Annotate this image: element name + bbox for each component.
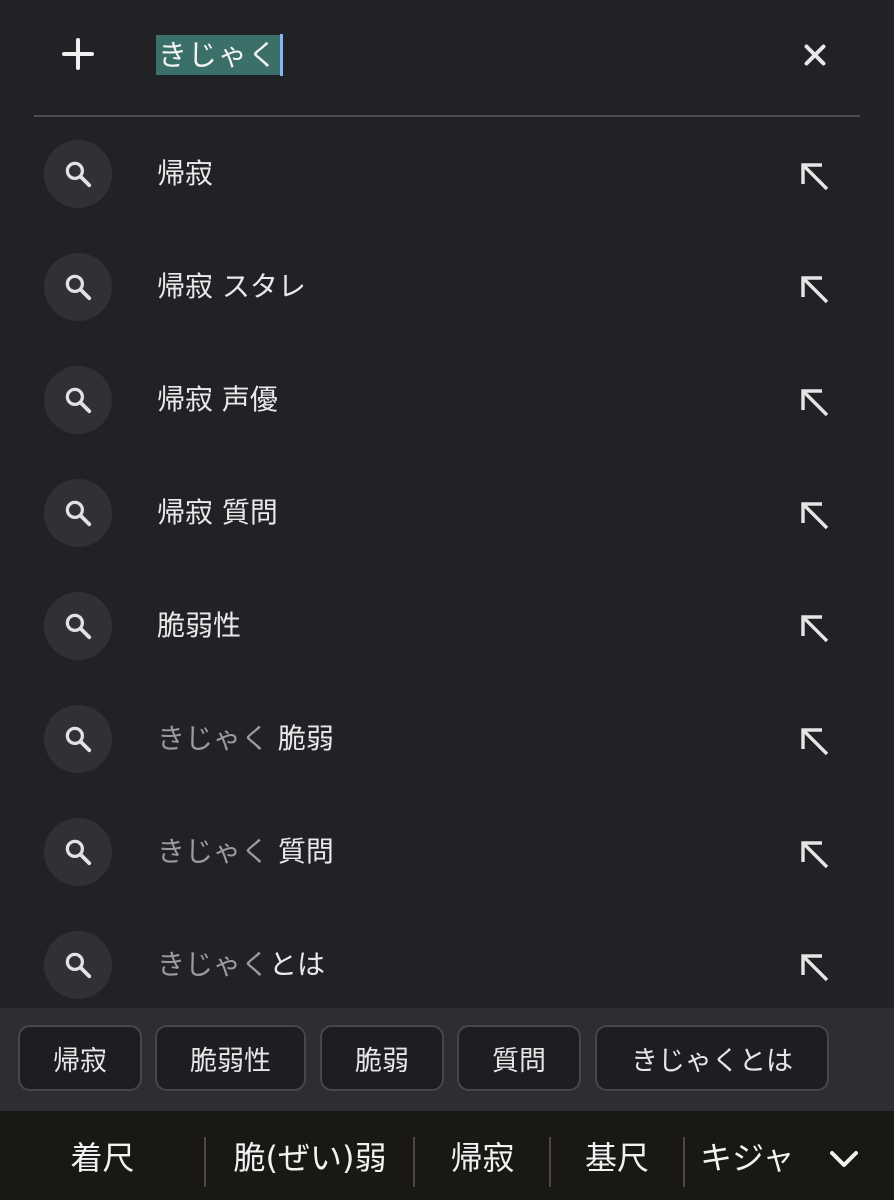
suggestion-text: 脆弱	[269, 722, 334, 755]
search-icon	[44, 818, 112, 886]
suggestion-label: きじゃく 脆弱	[157, 719, 334, 759]
suggestion-item[interactable]: 脆弱性	[0, 570, 894, 683]
suggestion-text: 帰寂 質問	[157, 496, 278, 529]
suggestion-label: きじゃく 質問	[157, 832, 334, 872]
ime-candidate[interactable]: キジャ	[700, 1111, 810, 1200]
search-input[interactable]: きじゃく	[156, 34, 284, 76]
keyboard-suggestion-chips: 帰寂 脆弱性 脆弱 質問 きじゃくとは	[0, 1008, 894, 1111]
search-icon	[44, 705, 112, 773]
search-bar: きじゃく	[0, 0, 894, 116]
fill-query-arrow-icon[interactable]	[798, 838, 832, 872]
search-screen: きじゃく 帰寂 帰寂 スタレ 帰寂 声優 帰寂 質問 脆弱性 きじゃく 脆弱 き…	[0, 0, 894, 1200]
fill-query-arrow-icon[interactable]	[798, 386, 832, 420]
close-icon[interactable]	[800, 40, 830, 70]
suggestion-label: 帰寂	[157, 154, 213, 194]
suggestion-label: 帰寂 スタレ	[157, 267, 306, 307]
fill-query-arrow-icon[interactable]	[798, 951, 832, 985]
suggestion-text: 質問	[269, 835, 334, 868]
fill-query-arrow-icon[interactable]	[798, 273, 832, 307]
ime-candidate[interactable]: 着尺	[0, 1111, 205, 1200]
suggestion-label: 脆弱性	[157, 606, 241, 646]
search-icon	[44, 931, 112, 999]
suggestion-text: 帰寂	[157, 157, 214, 190]
suggestion-item[interactable]: きじゃく 質問	[0, 796, 894, 909]
suggestion-item[interactable]: 帰寂 質問	[0, 457, 894, 570]
suggestion-prefix: きじゃく	[157, 722, 270, 755]
suggestion-item[interactable]: 帰寂	[0, 118, 894, 231]
suggestion-prefix: きじゃく	[157, 835, 270, 868]
search-icon	[44, 140, 112, 208]
suggestion-label: きじゃくとは	[157, 945, 325, 985]
suggestion-prefix: きじゃく	[157, 948, 270, 981]
suggestion-label: 帰寂 声優	[157, 380, 278, 420]
suggestion-item[interactable]: 帰寂 声優	[0, 344, 894, 457]
suggestion-chip[interactable]: 帰寂	[18, 1025, 142, 1091]
suggestion-text: 脆弱性	[157, 609, 242, 642]
text-caret	[280, 34, 284, 76]
fill-query-arrow-icon[interactable]	[798, 612, 832, 646]
search-query-text[interactable]: きじゃく	[156, 35, 281, 75]
ime-candidate[interactable]: 脆(ぜい)弱	[206, 1111, 414, 1200]
suggestion-label: 帰寂 質問	[157, 493, 278, 533]
suggestion-chip[interactable]: 脆弱	[320, 1025, 444, 1091]
fill-query-arrow-icon[interactable]	[798, 499, 832, 533]
candidate-separator	[683, 1137, 685, 1187]
suggestion-item[interactable]: 帰寂 スタレ	[0, 231, 894, 344]
fill-query-arrow-icon[interactable]	[798, 725, 832, 759]
suggestion-chip[interactable]: 脆弱性	[155, 1025, 306, 1091]
search-icon	[44, 592, 112, 660]
suggestion-item[interactable]: きじゃくとは	[0, 909, 894, 1022]
search-icon	[44, 253, 112, 321]
search-icon	[44, 366, 112, 434]
suggestion-text: 帰寂 スタレ	[157, 270, 306, 303]
fill-query-arrow-icon[interactable]	[798, 160, 832, 194]
suggestion-item[interactable]: きじゃく 脆弱	[0, 683, 894, 796]
ime-candidate[interactable]: 帰寂	[415, 1111, 550, 1200]
ime-candidate[interactable]: 基尺	[551, 1111, 683, 1200]
suggestion-text: とは	[269, 948, 326, 981]
search-icon	[44, 479, 112, 547]
chevron-down-icon[interactable]	[826, 1141, 862, 1177]
plus-icon[interactable]	[58, 34, 98, 74]
suggestion-text: 帰寂 声優	[157, 383, 278, 416]
ime-candidate-bar: 着尺 脆(ぜい)弱 帰寂 基尺 キジャ	[0, 1111, 894, 1200]
suggestion-chip[interactable]: 質問	[457, 1025, 581, 1091]
search-divider	[34, 115, 860, 117]
suggestion-chip[interactable]: きじゃくとは	[595, 1025, 829, 1091]
